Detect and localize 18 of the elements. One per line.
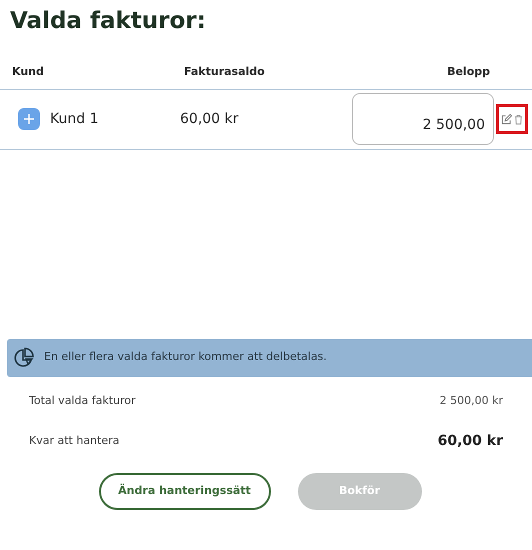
total-value: 2 500,00 kr [440,393,503,410]
plus-icon [23,113,35,125]
page-title: Valda fakturor: [9,7,207,36]
amount-field[interactable]: 2 500,00 [352,93,494,145]
banner-text: En eller flera valda fakturor kommer att delbetalas. [44,349,327,366]
edit-icon[interactable] [501,114,512,124]
column-header: Kund [12,64,44,80]
total-value: 60,00 kr [438,432,503,451]
trash-icon[interactable] [514,114,523,124]
balance-value: 60,00 kr [180,110,240,128]
change-method-button[interactable]: Ändra hanteringssätt [98,472,270,510]
column-header: Fakturasaldo [184,64,265,80]
customer-name: Kund 1 [50,110,100,128]
total-label: Total valda fakturor [29,393,136,410]
column-header: Belopp [447,64,490,80]
total-label: Kvar att hantera [29,433,120,450]
pie-chart-icon [13,346,35,368]
add-button[interactable] [18,108,40,130]
